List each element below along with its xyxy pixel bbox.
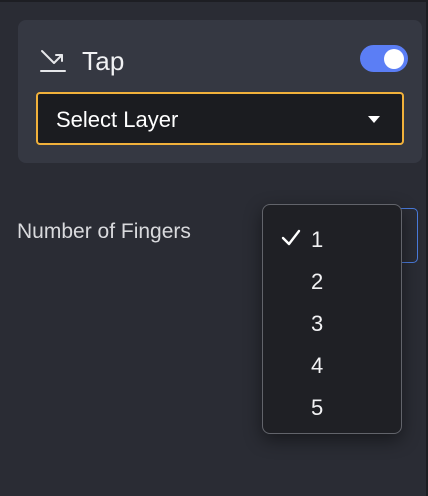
menu-option-label: 3: [311, 311, 324, 336]
card-header: Tap: [38, 46, 125, 76]
menu-option-label: 4: [311, 353, 324, 378]
menu-option-label: 5: [311, 395, 324, 420]
toggle-knob: [384, 48, 404, 69]
number-of-fingers-label: Number of Fingers: [17, 220, 191, 243]
menu-option-5[interactable]: 5: [263, 386, 401, 426]
select-layer-value: Select Layer: [56, 107, 179, 132]
menu-option-3[interactable]: 3: [263, 302, 401, 342]
number-of-fingers-menu: 1 2 3 4 5: [262, 204, 402, 434]
card-title: Tap: [82, 45, 125, 76]
caret-down-icon: [368, 116, 380, 123]
menu-option-label: 2: [311, 269, 324, 294]
tap-gesture-card: Tap Select Layer: [18, 20, 422, 163]
checkmark-icon: [281, 227, 301, 247]
menu-option-2[interactable]: 2: [263, 260, 401, 300]
select-layer-dropdown[interactable]: Select Layer: [36, 92, 404, 145]
tap-gesture-icon: [38, 46, 68, 76]
window-top-edge: [0, 0, 428, 2]
tap-enable-toggle[interactable]: [360, 45, 408, 72]
menu-option-4[interactable]: 4: [263, 344, 401, 384]
menu-option-label: 1: [311, 227, 324, 252]
menu-option-1[interactable]: 1: [263, 218, 401, 258]
